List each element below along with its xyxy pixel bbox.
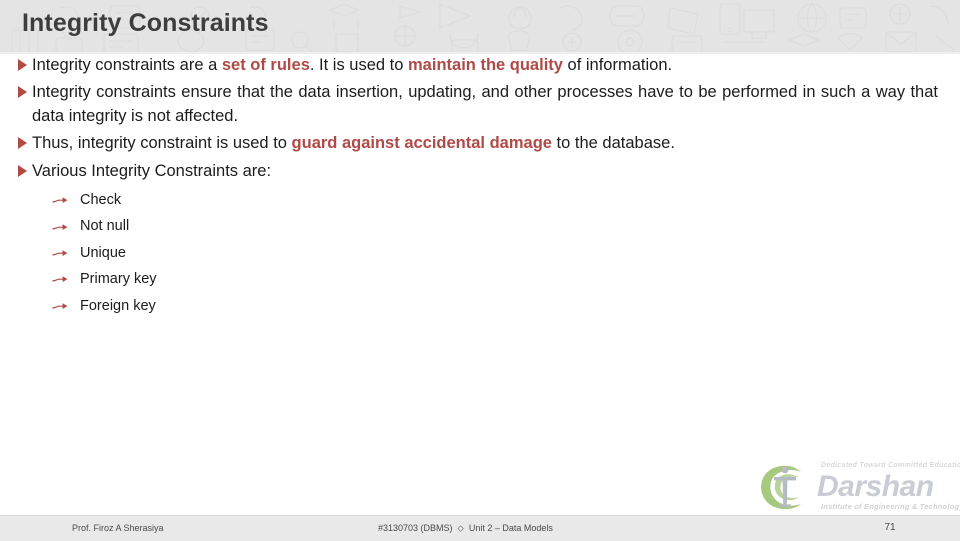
arrow-right-icon [52,197,68,204]
list-item-label: Primary key [80,271,157,288]
triangle-right-icon [18,137,27,150]
highlight-text: guard against accidental damage [291,134,552,153]
page-title: Integrity Constraints [22,9,269,37]
bullet-text: of information. [562,56,673,74]
highlight-text: maintain the quality [408,56,563,74]
bullet-text: Integrity constraints ensure that the da… [32,83,938,125]
logo-tagline: Dedicated Toward Committed Education [821,462,960,469]
logo-subtitle: Institute of Engineering & Technology [821,502,960,511]
list-item: Foreign key [0,293,960,319]
darshan-emblem-icon [761,465,801,510]
bullet-item-4: Various Integrity Constraints are: [0,160,960,183]
bullet-text: Various Integrity Constraints are: [32,161,272,180]
arrow-right-icon [52,250,68,257]
list-item-label: Check [80,192,122,209]
bullet-text: Integrity constraints are a [32,56,222,74]
footer-course-info: #3130703 (DBMS) ⬦ Unit 2 – Data Models [378,523,553,534]
triangle-right-icon [18,59,27,71]
logo-wordmark: Darshan [817,470,934,503]
bullet-text: to the database. [551,134,675,153]
arrow-right-icon [52,223,68,230]
slide-header: Integrity Constraints [0,0,960,54]
list-item-label: Unique [80,244,126,261]
triangle-right-icon [18,164,27,177]
highlight-text: set of rules [221,56,310,74]
list-item: Not null [0,213,960,239]
list-item-label: Foreign key [80,297,156,314]
darshan-logo: Dedicated Toward Committed Education Dar… [755,462,960,514]
footer-separator-icon: ⬦ [457,523,464,533]
footer-author: Prof. Firoz A Sherasiya [72,523,164,533]
bullet-item-1: Integrity constraints are a set of rules… [0,54,960,77]
arrow-right-icon [52,302,68,309]
bullet-text: Thus, integrity constraint is used to [32,134,292,153]
footer-course-code: #3130703 (DBMS) [378,523,453,533]
bullet-item-2: Integrity constraints ensure that the da… [0,81,960,128]
bullet-text: . It is used to [309,56,409,74]
bullet-item-3: Thus, integrity constraint is used to gu… [0,132,960,155]
list-item: Check [0,187,960,213]
list-item-label: Not null [80,218,130,235]
footer-page-number: 71 [884,522,896,533]
slide-content: Integrity constraints are a set of rules… [0,54,960,454]
triangle-right-icon [18,86,27,99]
arrow-right-icon [52,276,68,283]
footer-unit: Unit 2 – Data Models [468,523,553,533]
constraint-list: Check Not null Unique Primary key Foreig… [0,187,960,319]
list-item: Unique [0,240,960,266]
list-item: Primary key [0,266,960,292]
slide-footer: Prof. Firoz A Sherasiya #3130703 (DBMS) ⬦… [0,515,960,541]
